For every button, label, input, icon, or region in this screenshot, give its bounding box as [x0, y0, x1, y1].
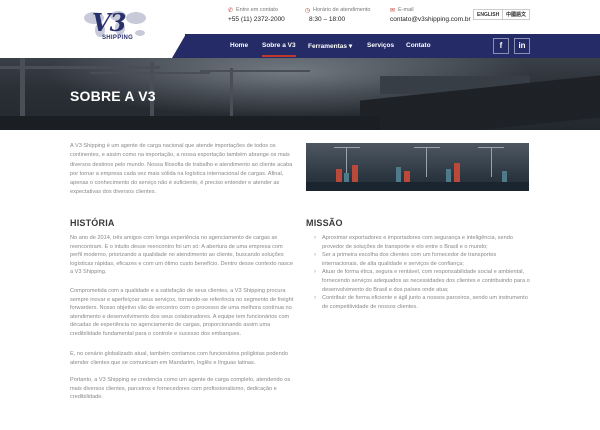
contact-hours-label: Horário de atendimento — [313, 7, 371, 13]
contact-email-label: E-mail — [398, 7, 414, 13]
historia-paragraph: Portanto, a V3 Shipping se credencia com… — [70, 377, 291, 401]
intro-text: A V3 Shipping é um agente de carga nacio… — [70, 143, 293, 196]
missao-heading: MISSÃO — [306, 218, 343, 228]
main-navigation — [0, 34, 600, 58]
missao-list: Aproximar exportadores e importadores co… — [306, 234, 531, 311]
nav-home[interactable]: Home — [230, 42, 248, 49]
contact-email-value[interactable]: contato@v3shipping.com.br — [390, 16, 471, 23]
language-chinese-button[interactable]: 中國語文 — [502, 9, 531, 20]
facebook-icon[interactable]: f — [493, 38, 509, 54]
language-english-button[interactable]: ENGLISH — [473, 9, 504, 20]
contact-phone-value[interactable]: +55 (11) 2372-2000 — [228, 16, 285, 23]
historia-paragraph: E, no cenário globalizado atual, também … — [70, 351, 288, 366]
contact-phone: ✆ Entre em contato +55 (11) 2372-2000 — [228, 7, 285, 23]
list-item: Ser a primeira escolha dos clientes com … — [306, 251, 531, 268]
contact-hours-value: 8:30 – 18:00 — [309, 16, 346, 23]
list-item: Aproximar exportadores e importadores co… — [306, 234, 531, 251]
clock-icon: ◷ — [305, 8, 311, 14]
port-photo — [306, 143, 529, 191]
page-title: SOBRE A V3 — [70, 88, 156, 104]
nav-contato[interactable]: Contato — [406, 42, 431, 49]
historia-paragraph: No ano de 2014, três amigos com longa ex… — [70, 235, 293, 276]
mail-icon: ✉ — [390, 8, 396, 14]
list-item: Contribuir de forma eficiente e ágil jun… — [306, 294, 531, 311]
nav-servicos[interactable]: Serviços — [367, 42, 394, 49]
site-header: V3 SHIPPING ✆ Entre em contato +55 (11) 2… — [0, 0, 600, 41]
contact-email: ✉ E-mail contato@v3shipping.com.br — [390, 7, 471, 23]
logo-mark: V3 — [92, 8, 126, 37]
contact-phone-label: Entre em contato — [236, 7, 278, 13]
list-item: Atuar de forma ética, segura e rentável,… — [306, 268, 531, 294]
nav-sobre-a-v3[interactable]: Sobre a V3 — [262, 42, 296, 57]
phone-icon: ✆ — [228, 8, 234, 14]
contact-hours: ◷ Horário de atendimento 8:30 – 18:00 — [305, 7, 370, 23]
historia-paragraph: Comprometida com a qualidade e a satisfa… — [70, 288, 294, 337]
linkedin-icon[interactable]: in — [514, 38, 530, 54]
nav-ferramentas[interactable]: Ferramentas ▾ — [308, 42, 352, 50]
historia-heading: HISTÓRIA — [70, 218, 115, 228]
